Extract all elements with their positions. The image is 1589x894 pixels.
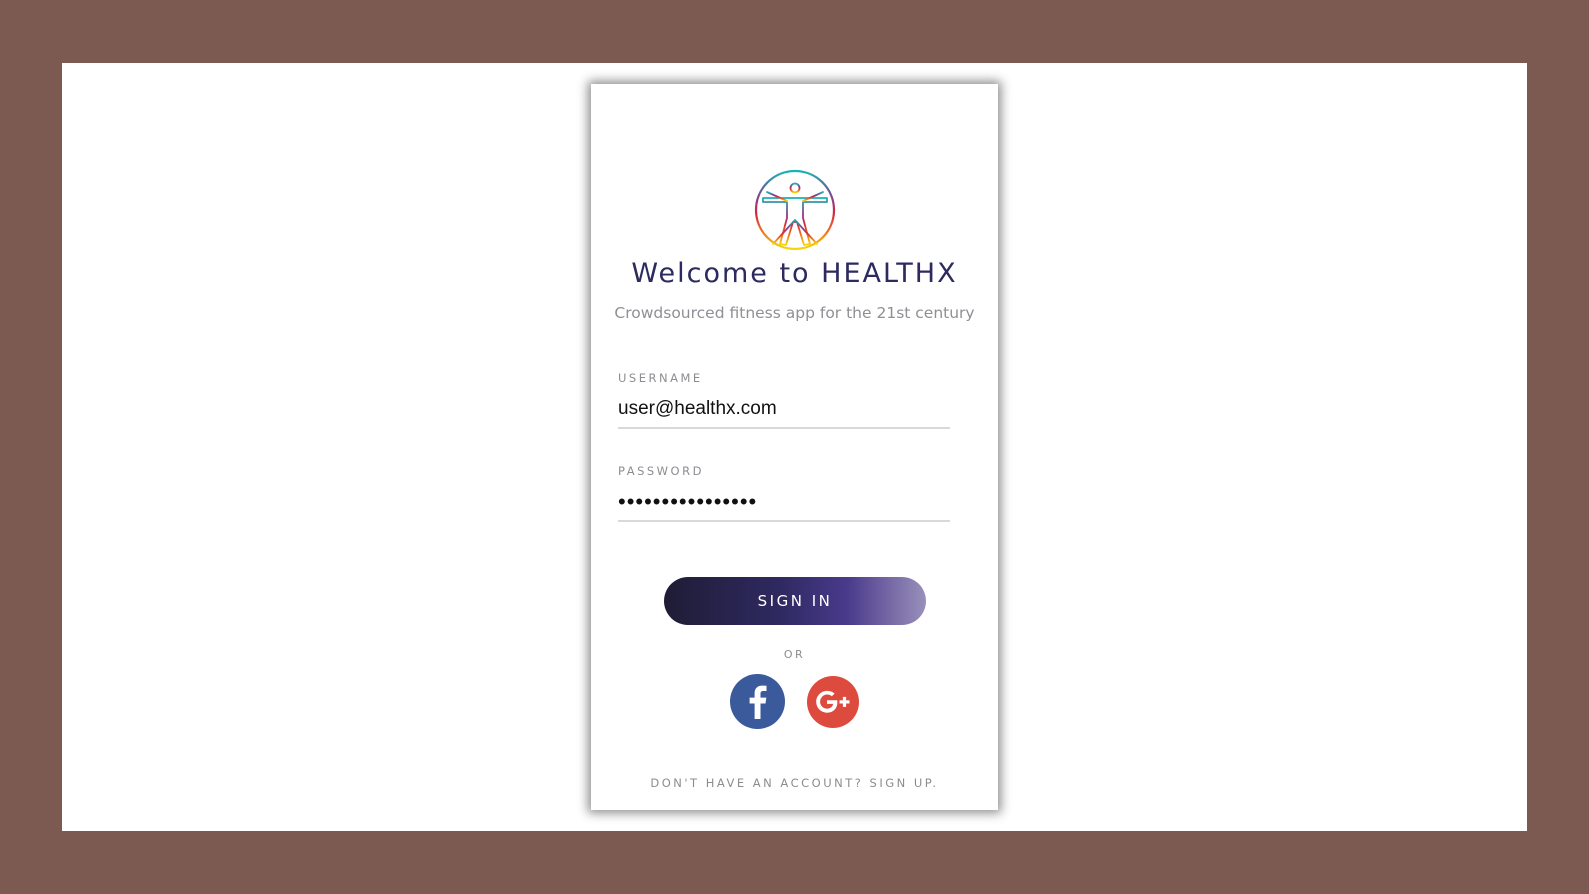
sign-up-link[interactable]: DON'T HAVE AN ACCOUNT? SIGN UP.: [591, 776, 998, 790]
or-divider-label: OR: [783, 648, 806, 661]
facebook-icon: [749, 685, 767, 719]
password-label: PASSWORD: [618, 464, 704, 478]
username-input[interactable]: [618, 391, 950, 429]
password-input[interactable]: [618, 484, 950, 522]
vitruvian-man-logo-icon: [753, 168, 837, 252]
google-plus-login-button[interactable]: [807, 676, 859, 728]
page-subtitle: Crowdsourced fitness app for the 21st ce…: [614, 304, 975, 322]
login-screen: Welcome to HEALTHX Crowdsourced fitness …: [591, 84, 998, 810]
sign-in-button[interactable]: SIGN IN: [664, 577, 926, 625]
username-label: USERNAME: [618, 371, 703, 385]
page-title: Welcome to HEALTHX: [631, 258, 958, 289]
facebook-login-button[interactable]: [730, 674, 785, 729]
google-plus-icon: [816, 690, 850, 713]
